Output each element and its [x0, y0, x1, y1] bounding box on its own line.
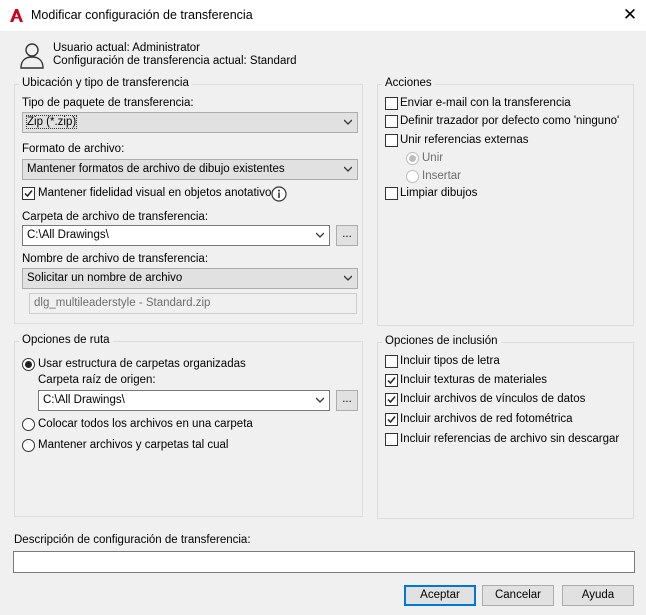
description-input[interactable]	[13, 551, 635, 573]
checkmark-icon	[387, 396, 396, 404]
checkmark-icon	[387, 416, 396, 424]
include-photometric-label[interactable]: Incluir archivos de red fotométrica	[400, 413, 573, 425]
package-type-label: Tipo de paquete de transferencia:	[22, 97, 194, 109]
include-options-title: Opciones de inclusión	[382, 335, 501, 347]
user-icon	[20, 43, 44, 69]
single-folder-radio[interactable]	[22, 418, 35, 431]
include-data-links-checkbox[interactable]	[385, 393, 398, 406]
include-photometric-checkbox[interactable]	[385, 413, 398, 426]
description-label: Descripción de configuración de transfer…	[14, 534, 251, 546]
folder-label: Carpeta de archivo de transferencia:	[22, 211, 209, 223]
insert-radio-label[interactable]: Insertar	[422, 170, 461, 182]
include-fonts-label[interactable]: Incluir tipos de letra	[400, 355, 500, 367]
filename-preview-field: dlg_multileaderstyle - Standard.zip	[29, 293, 357, 314]
visual-fidelity-label[interactable]: Mantener fidelidad visual en objetos ano…	[38, 187, 277, 199]
default-plotter-checkbox[interactable]	[385, 115, 398, 128]
info-icon[interactable]	[271, 186, 287, 202]
help-button[interactable]: Ayuda	[562, 585, 634, 606]
package-type-select[interactable]: Zip (*.zip)	[22, 112, 358, 133]
folder-browse-button[interactable]: ...	[336, 225, 358, 246]
bind-radio[interactable]	[406, 152, 419, 165]
checkmark-icon	[387, 377, 396, 385]
checkmark-icon	[24, 190, 33, 198]
filename-preview-text: dlg_multileaderstyle - Standard.zip	[34, 297, 211, 309]
close-button[interactable]: ✕	[619, 4, 641, 26]
purge-checkbox[interactable]	[385, 187, 398, 200]
file-format-value: Mantener formatos de archivo de dibujo e…	[27, 163, 285, 175]
include-materials-label[interactable]: Incluir texturas de materiales	[400, 374, 547, 386]
file-format-select[interactable]: Mantener formatos de archivo de dibujo e…	[22, 159, 358, 180]
location-group-title: Ubicación y tipo de transferencia	[19, 77, 192, 89]
chevron-down-icon	[344, 119, 352, 125]
include-options-group	[377, 342, 634, 519]
bind-radio-label[interactable]: Unir	[422, 152, 443, 164]
organized-folders-label[interactable]: Usar estructura de carpetas organizadas	[38, 358, 246, 370]
bind-xrefs-checkbox[interactable]	[385, 134, 398, 147]
chevron-down-icon	[344, 166, 352, 172]
autocad-logo-icon	[10, 9, 23, 22]
include-unloaded-label[interactable]: Incluir referencias de archivo sin desca…	[400, 433, 619, 445]
file-format-label: Formato de archivo:	[22, 143, 125, 155]
purge-label[interactable]: Limpiar dibujos	[400, 187, 477, 199]
filename-select[interactable]: Solicitar un nombre de archivo	[22, 268, 358, 289]
chevron-down-icon	[344, 275, 352, 281]
keep-as-is-radio[interactable]	[22, 439, 35, 452]
insert-radio[interactable]	[406, 170, 419, 183]
actions-group-title: Acciones	[382, 77, 435, 89]
root-folder-select[interactable]: C:\All Drawings\	[38, 390, 330, 411]
default-plotter-label[interactable]: Definir trazador por defecto como 'ningu…	[400, 115, 619, 127]
title-bar: Modificar configuración de transferencia…	[0, 0, 646, 31]
root-folder-browse-button[interactable]: ...	[336, 390, 358, 411]
root-folder-value: C:\All Drawings\	[43, 394, 125, 406]
folder-value: C:\All Drawings\	[27, 229, 109, 241]
send-email-label[interactable]: Enviar e-mail con la transferencia	[400, 97, 571, 109]
include-unloaded-checkbox[interactable]	[385, 433, 398, 446]
chevron-down-icon	[316, 232, 324, 238]
root-folder-label: Carpeta raíz de origen:	[38, 374, 156, 386]
bind-xrefs-label[interactable]: Unir referencias externas	[400, 134, 528, 146]
chevron-down-icon	[316, 397, 324, 403]
include-materials-checkbox[interactable]	[385, 374, 398, 387]
package-type-value: Zip (*.zip)	[25, 115, 78, 129]
send-email-checkbox[interactable]	[385, 97, 398, 110]
filename-label: Nombre de archivo de transferencia:	[22, 253, 209, 265]
accept-button[interactable]: Aceptar	[404, 585, 476, 606]
window-title: Modificar configuración de transferencia	[31, 8, 253, 22]
filename-value: Solicitar un nombre de archivo	[27, 272, 183, 284]
current-config-text: Configuración de transferencia actual: S…	[53, 55, 297, 67]
single-folder-label[interactable]: Colocar todos los archivos en una carpet…	[38, 418, 253, 430]
current-user-text: Usuario actual: Administrator	[53, 42, 201, 54]
visual-fidelity-checkbox[interactable]	[22, 187, 35, 200]
keep-as-is-label[interactable]: Mantener archivos y carpetas tal cual	[38, 439, 228, 451]
folder-select[interactable]: C:\All Drawings\	[22, 225, 330, 246]
include-data-links-label[interactable]: Incluir archivos de vínculos de datos	[400, 393, 585, 405]
cancel-button[interactable]: Cancelar	[482, 585, 554, 606]
include-fonts-checkbox[interactable]	[385, 355, 398, 368]
organized-folders-radio[interactable]	[22, 358, 35, 371]
path-options-title: Opciones de ruta	[19, 334, 113, 346]
